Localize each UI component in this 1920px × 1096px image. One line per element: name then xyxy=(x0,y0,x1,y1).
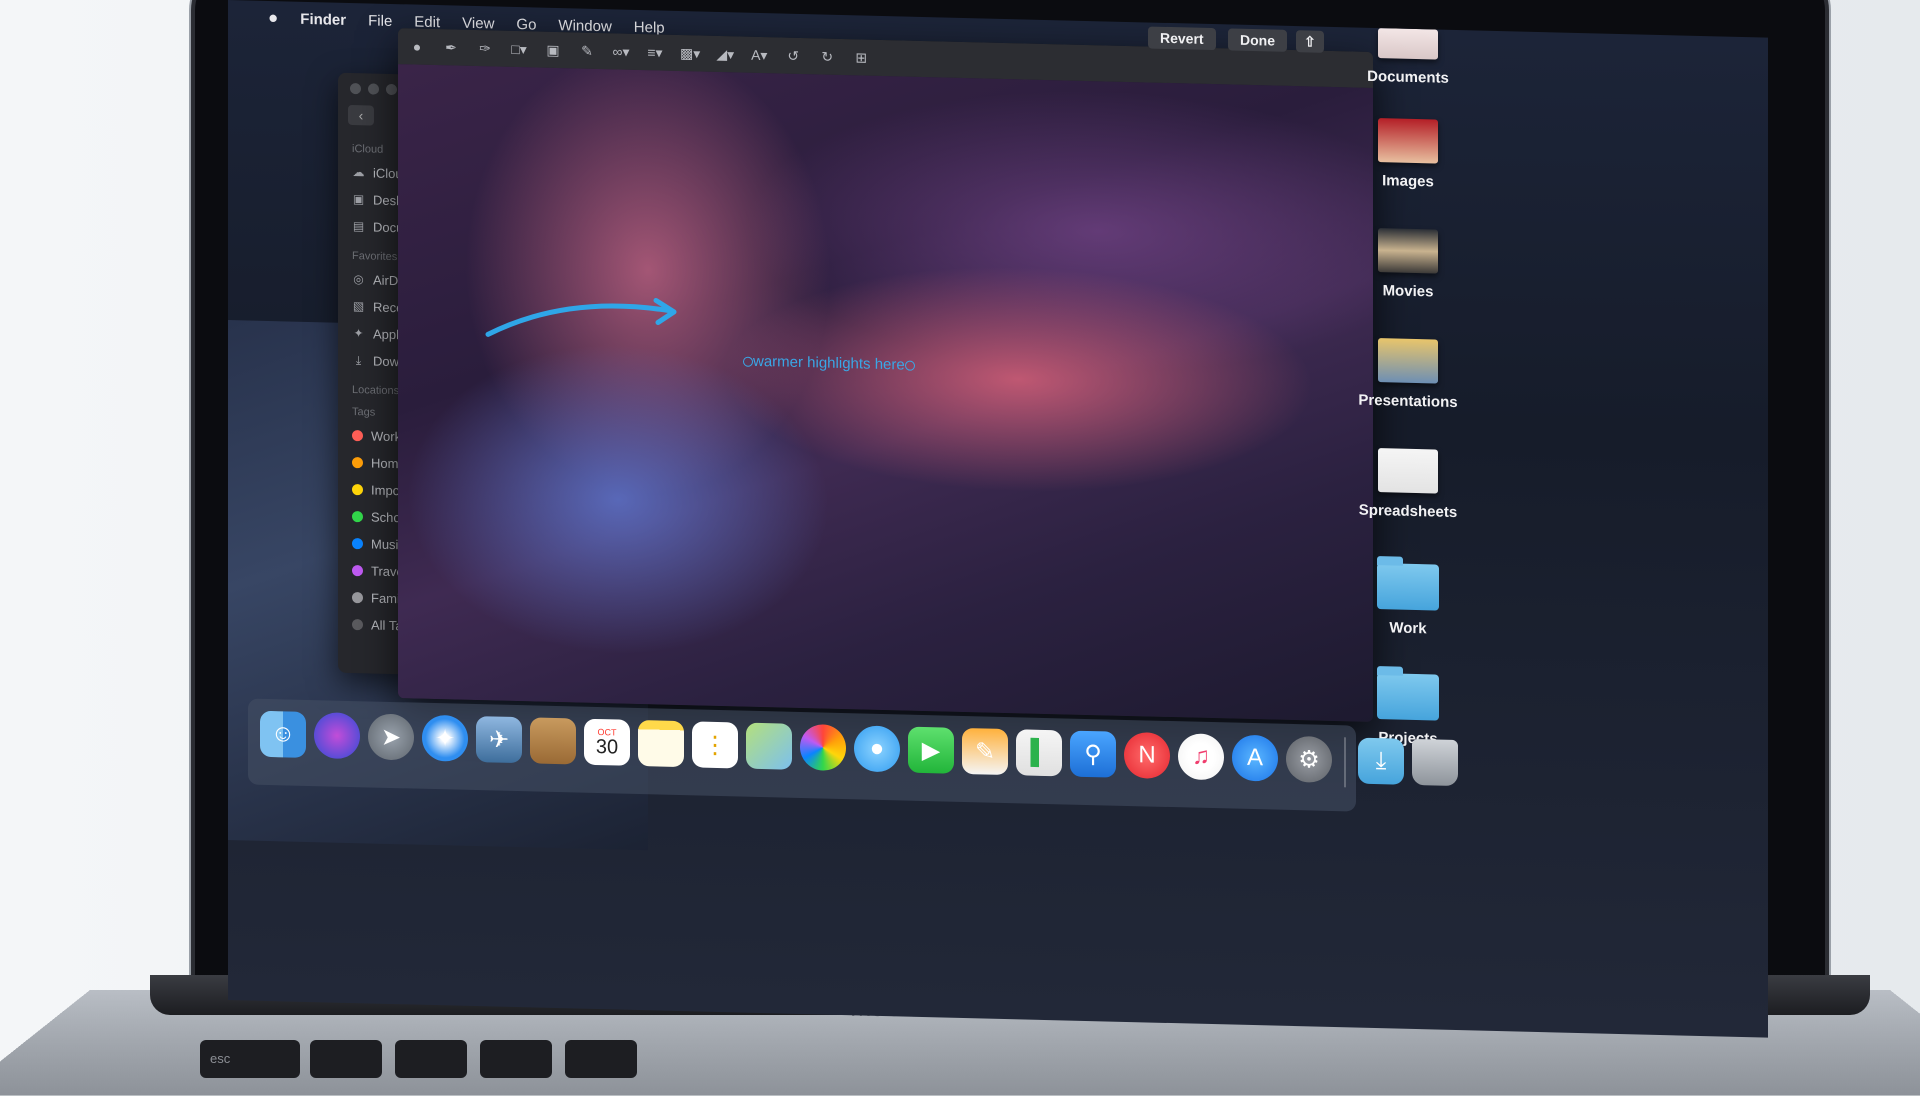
finder-icon[interactable]: ☺ xyxy=(260,710,306,758)
screen: ● Finder File Edit View Go Window Help ‹… xyxy=(228,0,1768,1038)
window-controls xyxy=(350,82,397,96)
border-color-icon[interactable]: ▩▾ xyxy=(680,45,700,62)
close-icon[interactable] xyxy=(350,82,361,95)
crop-icon[interactable]: ⊞ xyxy=(852,49,870,66)
airdrop-icon: ◎ xyxy=(353,272,364,287)
sketch-icon[interactable]: ✒ xyxy=(442,39,460,56)
stack-label: Spreadsheets xyxy=(1358,501,1458,522)
movies-stack-icon xyxy=(1378,228,1438,274)
notes-icon[interactable] xyxy=(638,720,684,768)
f3-key xyxy=(480,1040,552,1078)
stack-images[interactable]: Images xyxy=(1333,117,1483,192)
messages-icon[interactable]: ● xyxy=(854,725,900,773)
photo-booth-icon[interactable]: ✈ xyxy=(476,716,522,764)
safari-icon[interactable]: ✦ xyxy=(422,714,468,762)
menu-file[interactable]: File xyxy=(368,12,392,30)
calendar-icon[interactable]: OCT 30 xyxy=(584,718,630,766)
tag-color-dot xyxy=(352,511,363,523)
tag-color-dot xyxy=(352,484,363,496)
done-button[interactable]: Done xyxy=(1228,28,1287,52)
share-icon: ⇧ xyxy=(1304,33,1316,50)
news-icon[interactable]: N xyxy=(1124,731,1170,780)
rotate-left-icon[interactable]: ↺ xyxy=(784,47,802,64)
stack-label: Movies xyxy=(1382,282,1434,301)
tag-color-dot xyxy=(352,592,363,604)
f2-key xyxy=(395,1040,467,1078)
stack-label: Presentations xyxy=(1358,391,1458,412)
apple-menu-icon[interactable]: ● xyxy=(268,8,278,28)
dock-separator xyxy=(1344,737,1346,788)
maps-icon[interactable] xyxy=(746,722,792,770)
stack-spreadsheets[interactable]: Spreadsheets xyxy=(1333,447,1483,522)
resize-handle-icon[interactable] xyxy=(904,360,915,371)
tag-label: Work xyxy=(371,428,402,445)
stack-movies[interactable]: Movies xyxy=(1333,227,1483,302)
text-style-icon[interactable]: A▾ xyxy=(750,46,768,63)
recents-icon: ▧ xyxy=(352,299,365,314)
chevron-left-icon: ‹ xyxy=(358,107,364,124)
applications-icon: ✦ xyxy=(353,326,364,341)
sign-icon[interactable]: ∞▾ xyxy=(612,43,630,60)
trash-icon[interactable] xyxy=(1412,738,1458,787)
stack-documents[interactable]: Documents xyxy=(1333,27,1483,88)
dock-items: ☺ ➤ ✦ ✈ OCT 30 ⋮ ● ▶ ✎ ▌ ⚲ N ♫ A ⚙ ⤓ xyxy=(260,710,1458,790)
reminders-icon[interactable]: ⋮ xyxy=(692,721,738,769)
folder-icon xyxy=(1377,563,1439,611)
shape-style-icon[interactable]: ≡▾ xyxy=(646,44,664,61)
menu-finder[interactable]: Finder xyxy=(300,10,346,28)
cloud-icon: ☁ xyxy=(352,165,365,180)
spreadsheets-stack-icon xyxy=(1378,448,1438,494)
revert-button[interactable]: Revert xyxy=(1148,26,1216,51)
stack-label: Documents xyxy=(1367,67,1449,87)
facetime-icon[interactable]: ▶ xyxy=(908,726,954,774)
esc-key: esc xyxy=(200,1040,300,1078)
document-icon: ▤ xyxy=(352,219,365,234)
launchpad-icon[interactable]: ➤ xyxy=(368,713,414,761)
stack-work[interactable]: Work xyxy=(1333,562,1483,639)
stack-label: Work xyxy=(1389,619,1427,638)
itunes-icon[interactable]: ♫ xyxy=(1178,733,1224,781)
back-button[interactable]: ‹ xyxy=(348,104,374,126)
presentations-stack-icon xyxy=(1378,338,1438,384)
annotation-arrow[interactable] xyxy=(398,64,1373,722)
tag-color-dot xyxy=(352,619,363,631)
keynote-icon[interactable]: ⚲ xyxy=(1070,730,1116,778)
shapes-icon[interactable]: □▾ xyxy=(510,40,528,57)
zoom-icon[interactable] xyxy=(386,83,397,96)
app-store-icon[interactable]: A xyxy=(1232,734,1278,782)
siri-icon[interactable] xyxy=(314,712,360,760)
tag-color-dot xyxy=(352,538,363,550)
tag-color-dot xyxy=(352,457,363,469)
downloads-icon: ⤓ xyxy=(355,353,362,368)
contacts-icon[interactable] xyxy=(530,717,576,765)
desktop-icon: ▣ xyxy=(352,192,365,207)
stack-label: Images xyxy=(1382,172,1434,191)
folder-icon xyxy=(1377,673,1439,721)
photos-icon[interactable] xyxy=(800,723,846,772)
images-stack-icon xyxy=(1378,118,1438,164)
tag-color-dot xyxy=(352,430,363,442)
highlight-icon[interactable]: ✎ xyxy=(578,42,596,59)
f4-key xyxy=(565,1040,637,1078)
close-icon[interactable]: ● xyxy=(408,38,426,55)
text-icon[interactable]: ▣ xyxy=(544,41,562,58)
downloads-folder-icon[interactable]: ⤓ xyxy=(1358,737,1404,785)
stack-presentations[interactable]: Presentations xyxy=(1333,337,1483,412)
pages-icon[interactable]: ✎ xyxy=(962,727,1008,776)
edited-image[interactable]: warmer highlights here xyxy=(398,64,1373,722)
calendar-day: 30 xyxy=(595,735,619,759)
numbers-icon[interactable]: ▌ xyxy=(1016,729,1062,777)
minimize-icon[interactable] xyxy=(368,83,379,95)
fill-color-icon[interactable]: ◢▾ xyxy=(716,45,734,62)
resize-handle-icon[interactable] xyxy=(743,356,753,367)
rotate-right-icon[interactable]: ↻ xyxy=(818,48,836,65)
markup-window: ● ✒ ✑ □▾ ▣ ✎ ∞▾ ≡▾ ▩▾ ◢▾ A▾ ↺ ↻ ⊞ warmer… xyxy=(398,28,1373,722)
draw-icon[interactable]: ✑ xyxy=(476,40,494,57)
documents-stack-icon xyxy=(1378,28,1438,60)
share-button[interactable]: ⇧ xyxy=(1296,30,1324,53)
tag-color-dot xyxy=(352,565,363,577)
f1-key xyxy=(310,1040,382,1078)
system-preferences-icon[interactable]: ⚙ xyxy=(1286,735,1332,783)
